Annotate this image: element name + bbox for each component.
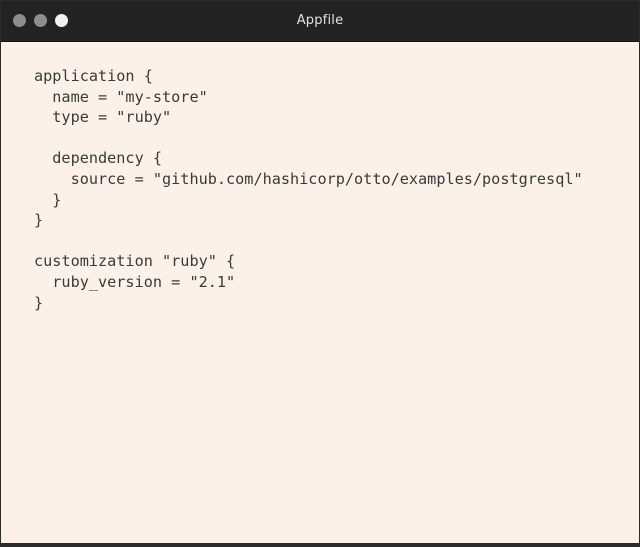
code-line: customization "ruby" { [34, 252, 236, 271]
code-editor[interactable]: application { name = "my-store" type = "… [34, 66, 629, 313]
code-line: application { [34, 67, 153, 85]
window-bottom-border [1, 543, 639, 546]
window-title: Appfile [296, 13, 344, 28]
code-line: } [34, 293, 44, 312]
code-line: name = "my-store" [34, 87, 208, 106]
code-line: } [34, 190, 62, 209]
code-line: source = "github.com/hashicorp/otto/exam… [34, 169, 583, 188]
title-bar: Appfile [1, 1, 639, 42]
editor-window: Appfile application { name = "my-store" … [0, 0, 640, 547]
code-line: type = "ruby" [34, 108, 172, 127]
code-line: ruby_version = "2.1" [34, 272, 236, 291]
code-line: } [34, 211, 44, 230]
code-line: dependency { [34, 149, 163, 168]
